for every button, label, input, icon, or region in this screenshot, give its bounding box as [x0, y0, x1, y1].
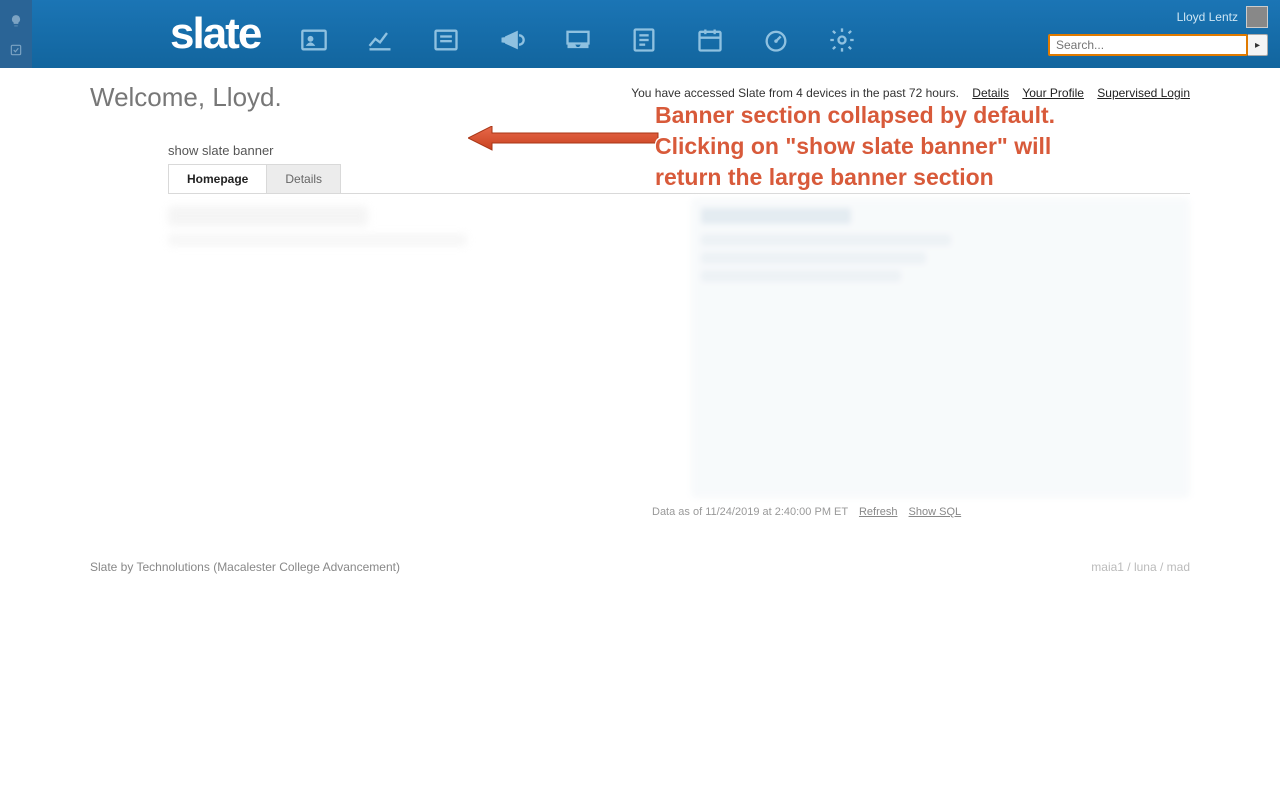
content-panel-left: [168, 198, 667, 498]
tab-row: Homepage Details: [168, 164, 1190, 194]
show-banner-link[interactable]: show slate banner: [168, 143, 274, 158]
page-footer: Slate by Technolutions (Macalester Colle…: [90, 560, 1190, 574]
search-go-button[interactable]: ▸: [1248, 34, 1268, 56]
tab-homepage[interactable]: Homepage: [168, 164, 267, 193]
supervised-login-link[interactable]: Supervised Login: [1097, 86, 1190, 100]
content-panels: [168, 194, 1190, 498]
footer-left-text: Slate by Technolutions (Macalester Colle…: [90, 560, 400, 574]
content-panel-right: [691, 198, 1190, 498]
refresh-link[interactable]: Refresh: [859, 506, 898, 518]
page-body: Welcome, Lloyd. You have accessed Slate …: [90, 0, 1190, 518]
checklist-icon[interactable]: [9, 43, 23, 60]
annotation-arrow-icon: [468, 126, 668, 166]
details-link[interactable]: Details: [972, 86, 1009, 100]
access-info-text: You have accessed Slate from 4 devices i…: [631, 86, 959, 100]
avatar[interactable]: [1246, 6, 1268, 28]
footer-right-text: maia1 / luna / mad: [1091, 560, 1190, 574]
data-asof-label: Data as of 11/24/2019 at 2:40:00 PM ET: [652, 506, 848, 518]
your-profile-link[interactable]: Your Profile: [1022, 86, 1084, 100]
lightbulb-icon[interactable]: [9, 14, 23, 31]
data-footer: Data as of 11/24/2019 at 2:40:00 PM ET R…: [168, 506, 1190, 518]
left-rail: [0, 0, 32, 68]
show-sql-link[interactable]: Show SQL: [909, 506, 962, 518]
tab-details[interactable]: Details: [266, 164, 341, 193]
access-info-bar: You have accessed Slate from 4 devices i…: [631, 86, 1190, 100]
